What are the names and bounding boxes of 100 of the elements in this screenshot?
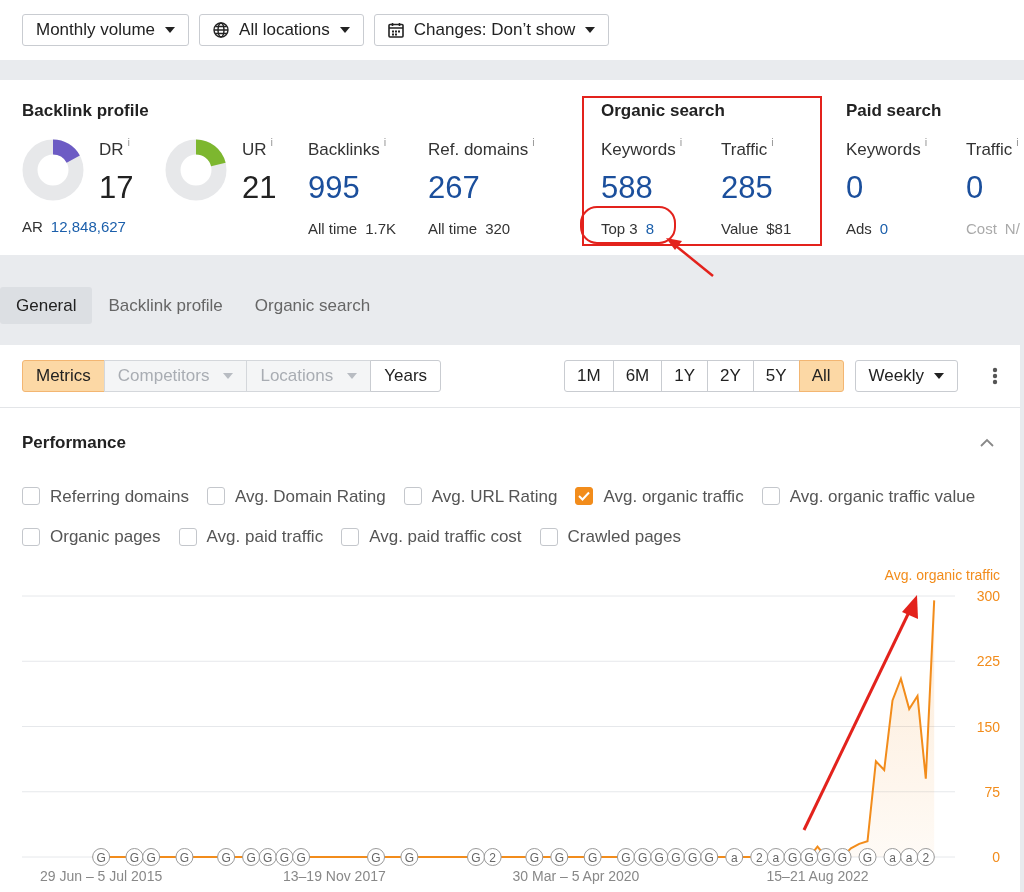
- event-marker[interactable]: G: [816, 847, 835, 866]
- axis-label: 75: [984, 783, 1000, 800]
- event-marker[interactable]: G: [217, 847, 236, 866]
- metric-value: 17: [99, 172, 134, 203]
- chevron-icon[interactable]: [980, 438, 994, 448]
- event-marker[interactable]: a: [766, 847, 785, 866]
- section-title: Backlink profile: [22, 102, 150, 119]
- view-toggle[interactable]: Metrics: [22, 360, 105, 392]
- checkbox-label: Avg. URL Rating: [431, 485, 558, 508]
- period-toggle[interactable]: All: [798, 360, 844, 392]
- event-marker[interactable]: G: [525, 847, 544, 866]
- filter-dropdown[interactable]: All locations: [199, 14, 364, 46]
- event-marker[interactable]: G: [367, 847, 386, 866]
- globe-icon: [213, 22, 230, 38]
- event-marker[interactable]: a: [725, 847, 744, 866]
- checkbox[interactable]: [761, 487, 780, 506]
- metric-value: 0: [966, 172, 985, 203]
- event-marker[interactable]: 2: [483, 847, 502, 866]
- more-icon[interactable]: [992, 367, 998, 385]
- sub-value[interactable]: 0: [879, 221, 889, 236]
- event-marker[interactable]: G: [292, 847, 311, 866]
- event-marker[interactable]: G: [616, 847, 635, 866]
- event-marker[interactable]: G: [683, 847, 702, 866]
- sub-value: 320: [485, 221, 511, 236]
- checkbox[interactable]: [403, 487, 422, 506]
- event-marker[interactable]: G: [258, 847, 277, 866]
- event-marker[interactable]: G: [700, 847, 719, 866]
- event-marker[interactable]: 2: [916, 847, 935, 866]
- filter-dropdown[interactable]: Monthly volume: [22, 14, 190, 46]
- period-toggle[interactable]: 5Y: [752, 360, 800, 392]
- filter-dropdown[interactable]: Changes: Don’t show: [373, 14, 610, 46]
- event-marker[interactable]: G: [650, 847, 669, 866]
- event-marker[interactable]: G: [467, 847, 485, 866]
- period-toggle[interactable]: 1M: [564, 360, 614, 392]
- event-marker[interactable]: G: [583, 847, 602, 866]
- checkbox[interactable]: [206, 487, 225, 506]
- tab[interactable]: Backlink profile: [92, 287, 239, 324]
- checkbox-label: Crawled pages: [567, 526, 681, 548]
- period-toggle[interactable]: 6M: [612, 360, 663, 392]
- calendar-icon: [387, 22, 404, 38]
- interval-dropdown[interactable]: Weekly: [854, 360, 958, 392]
- sub-label: AR: [22, 219, 43, 234]
- event-marker[interactable]: G: [858, 847, 877, 866]
- sub-value[interactable]: 12,848,627: [50, 219, 126, 234]
- checkbox[interactable]: [178, 527, 197, 546]
- sub-label: Top 3: [601, 221, 638, 236]
- period-toggle[interactable]: 1Y: [661, 360, 709, 392]
- event-marker[interactable]: G: [833, 847, 852, 866]
- sub-label: All time: [308, 221, 358, 236]
- metric-label: Backlinks: [308, 141, 380, 158]
- axis-label: 30 Mar – 5 Apr 2020: [512, 867, 640, 884]
- event-marker[interactable]: a: [900, 847, 919, 866]
- event-marker[interactable]: a: [883, 847, 902, 866]
- metric-value: 995: [308, 172, 361, 203]
- event-marker[interactable]: G: [550, 847, 569, 866]
- event-marker[interactable]: 2: [750, 847, 769, 866]
- event-marker[interactable]: G: [800, 847, 819, 866]
- metric-label: Keywords: [601, 141, 676, 158]
- event-marker[interactable]: G: [275, 847, 294, 866]
- event-marker[interactable]: G: [175, 847, 194, 866]
- checkbox-label: Avg. organic traffic value: [789, 485, 976, 508]
- metric-label: Traffic: [721, 141, 768, 158]
- event-marker[interactable]: G: [666, 847, 685, 866]
- axis-label: 29 Jun – 5 Jul 2015: [40, 867, 163, 884]
- event-marker[interactable]: G: [92, 847, 111, 866]
- info-mark: i: [771, 137, 774, 148]
- metric-value: 285: [721, 172, 774, 203]
- metric-label: DR: [99, 141, 124, 158]
- event-marker[interactable]: G: [242, 847, 261, 866]
- checkbox-label: Avg. paid traffic: [206, 526, 324, 548]
- gauge-chart: [22, 139, 84, 201]
- caret-icon: [339, 27, 350, 33]
- checkbox[interactable]: [22, 527, 40, 546]
- metric-value: 267: [428, 172, 481, 203]
- event-marker[interactable]: G: [783, 847, 802, 866]
- checkbox-label: Avg. Domain Rating: [234, 485, 386, 508]
- period-toggle[interactable]: 2Y: [707, 360, 754, 392]
- axis-label: 300: [976, 587, 1000, 604]
- view-toggle[interactable]: Years: [370, 360, 442, 392]
- caret-icon: [165, 27, 176, 33]
- axis-label: 0: [992, 848, 1000, 865]
- checkbox[interactable]: [575, 487, 594, 506]
- sub-label: Ads: [846, 221, 872, 236]
- sub-value[interactable]: 8: [645, 221, 655, 236]
- event-marker[interactable]: G: [142, 847, 161, 866]
- tab[interactable]: General: [0, 287, 93, 324]
- checkbox-label: Avg. paid traffic cost: [369, 526, 522, 548]
- event-marker[interactable]: G: [400, 847, 419, 866]
- caret-icon: [934, 373, 944, 379]
- sub-value: $81: [766, 221, 792, 236]
- sub-label: All time: [428, 221, 478, 236]
- checkbox[interactable]: [539, 527, 558, 546]
- checkbox[interactable]: [341, 527, 360, 546]
- event-marker[interactable]: G: [125, 847, 144, 866]
- event-marker[interactable]: G: [633, 847, 652, 866]
- tab[interactable]: Organic search: [238, 287, 387, 324]
- checkbox[interactable]: [22, 487, 40, 506]
- axis-label: 15–21 Aug 2022: [766, 867, 869, 884]
- info-mark: i: [270, 137, 273, 148]
- sub-value: 1.7K: [365, 221, 397, 236]
